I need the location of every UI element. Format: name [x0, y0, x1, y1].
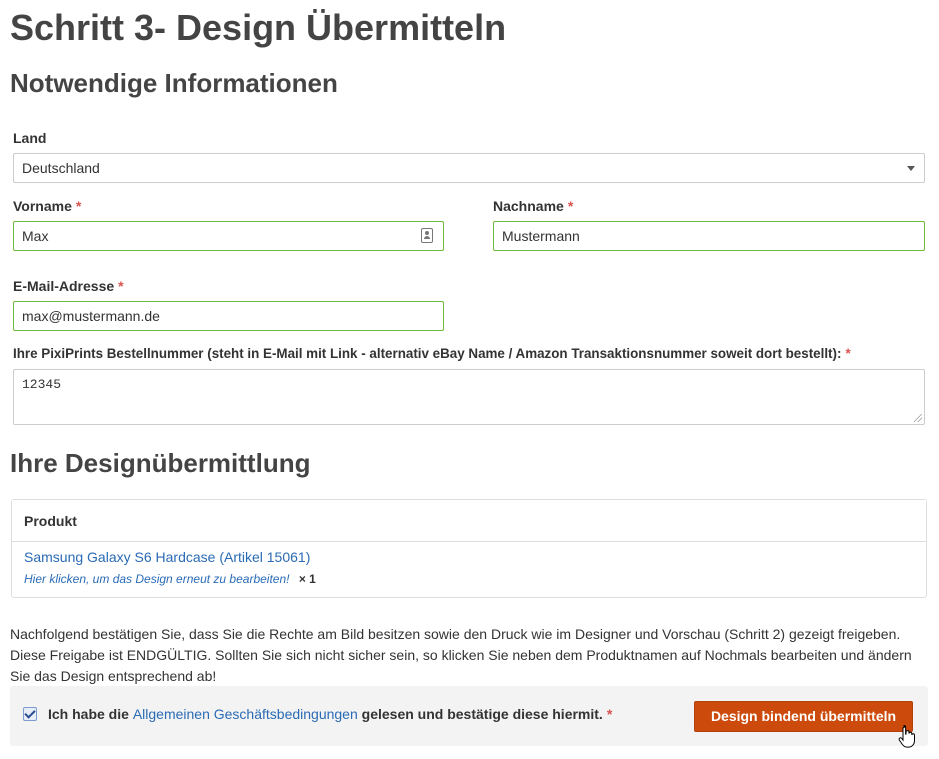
- required-mark: *: [606, 706, 613, 722]
- edit-design-link[interactable]: Hier klicken, um das Design erneut zu be…: [24, 572, 289, 586]
- terms-checkbox[interactable]: [23, 707, 37, 721]
- vorname-label-text: Vorname: [13, 198, 72, 214]
- terms-link[interactable]: Allgemeinen Geschäftsbedingungen: [133, 706, 358, 722]
- land-label: Land: [13, 130, 47, 146]
- page-title: Schritt 3- Design Übermitteln: [10, 7, 507, 48]
- email-input[interactable]: max@mustermann.de: [13, 301, 444, 331]
- table-header-produkt: Produkt: [12, 500, 926, 542]
- section-heading-design: Ihre Designübermittlung: [10, 448, 311, 478]
- quantity: × 1: [298, 572, 316, 586]
- contact-card-icon[interactable]: [421, 228, 433, 243]
- confirmation-bar: Ich habe die Allgemeinen Geschäftsbeding…: [10, 686, 928, 746]
- terms-text: Ich habe die Allgemeinen Geschäftsbeding…: [48, 705, 612, 723]
- required-mark: *: [75, 198, 82, 214]
- email-label: E-Mail-Adresse *: [13, 277, 124, 295]
- edit-design-row: Hier klicken, um das Design erneut zu be…: [24, 572, 316, 586]
- order-number-value: 12345: [22, 377, 62, 392]
- hand-cursor-icon: [898, 724, 915, 748]
- vorname-value: Max: [22, 228, 49, 244]
- submit-design-button[interactable]: Design bindend übermitteln: [694, 701, 913, 732]
- email-label-text: E-Mail-Adresse: [13, 278, 115, 294]
- vorname-label: Vorname *: [13, 197, 81, 215]
- section-heading-info: Notwendige Informationen: [10, 68, 338, 98]
- product-table: Produkt Samsung Galaxy S6 Hardcase (Arti…: [11, 499, 927, 598]
- order-number-label: Ihre PixiPrints Bestellnummer (steht in …: [13, 345, 851, 363]
- required-mark: *: [567, 198, 574, 214]
- terms-text-after: gelesen und bestätige diese hiermit.: [361, 706, 603, 722]
- nachname-value: Mustermann: [502, 228, 580, 244]
- nachname-label-text: Nachname: [493, 198, 564, 214]
- land-select[interactable]: Deutschland: [13, 153, 925, 183]
- order-number-textarea[interactable]: 12345: [13, 369, 925, 425]
- nachname-label: Nachname *: [493, 197, 573, 215]
- required-mark: *: [118, 278, 124, 294]
- chevron-down-icon: [907, 166, 915, 171]
- order-number-label-text: Ihre PixiPrints Bestellnummer (steht in …: [13, 346, 842, 361]
- confirmation-notice: Nachfolgend bestätigen Sie, dass Sie die…: [10, 626, 912, 684]
- terms-text-before: Ich habe die: [48, 706, 129, 722]
- product-link[interactable]: Samsung Galaxy S6 Hardcase (Artikel 1506…: [24, 549, 310, 565]
- required-mark: *: [845, 346, 851, 361]
- email-value: max@mustermann.de: [22, 308, 160, 324]
- nachname-input[interactable]: Mustermann: [493, 221, 925, 251]
- resize-handle-icon[interactable]: [914, 414, 922, 422]
- land-select-value: Deutschland: [22, 160, 100, 176]
- vorname-input[interactable]: Max: [13, 221, 444, 251]
